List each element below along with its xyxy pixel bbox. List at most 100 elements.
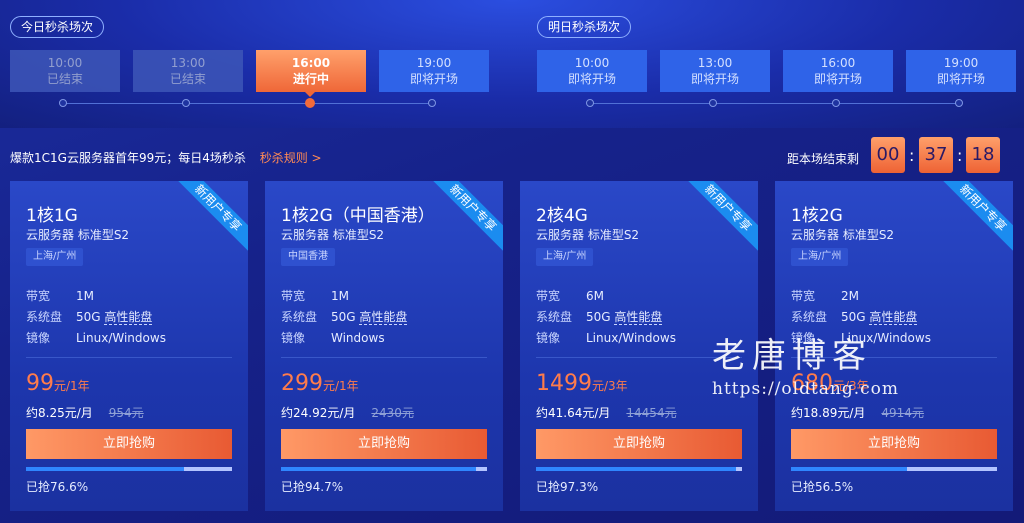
today-slot-1600[interactable]: 16:00 进行中	[256, 50, 366, 92]
spec-image: 镜像 Linux/Windows	[26, 329, 166, 346]
spec-label: 镜像	[536, 331, 561, 345]
buy-now-button[interactable]: 立即抢购	[26, 429, 232, 459]
spec-label: 带宽	[791, 289, 816, 303]
monthly-amount: 约24.92元/月	[281, 406, 356, 420]
spec-disk: 系统盘 50G 高性能盘	[791, 308, 918, 325]
sold-percentage: 已抢56.5%	[791, 480, 854, 494]
sold-progress-fill	[26, 467, 184, 471]
today-timeline	[62, 103, 434, 104]
spec-label: 镜像	[281, 331, 306, 345]
slot-time: 13:00	[170, 56, 206, 70]
timeline-dot	[955, 99, 963, 107]
price-unit: 元/1年	[323, 379, 359, 393]
session-header: 今日秒杀场次 明日秒杀场次 10:00 已结束 13:00 已结束 16:00 …	[0, 0, 1024, 128]
original-price: 954元	[108, 406, 144, 420]
product-card: 新用户专享 2核4G 云服务器 标准型S2 上海/广州 带宽 6M 系统盘 50G 高性能盘镜…	[520, 181, 758, 511]
spec-image: 镜像 Windows	[281, 329, 385, 346]
slot-time: 10:00	[574, 56, 610, 70]
timeline-dot	[832, 99, 840, 107]
tomorrow-slot-1300[interactable]: 13:00 即将开场	[660, 50, 770, 92]
region-tag: 上海/广州	[791, 248, 849, 266]
new-user-ribbon: 新用户专享	[934, 181, 1013, 257]
buy-now-button[interactable]: 立即抢购	[281, 429, 487, 459]
slot-status: 即将开场	[936, 72, 985, 86]
rules-link[interactable]: 秒杀规则 >	[260, 151, 322, 165]
slot-time: 16:00	[291, 56, 331, 70]
disk-type-link[interactable]: 高性能盘	[869, 310, 918, 325]
timeline-dot	[59, 99, 67, 107]
original-price: 2430元	[371, 406, 414, 420]
spec-label: 带宽	[281, 289, 306, 303]
sold-progress-bar	[26, 467, 232, 471]
today-slot-1300[interactable]: 13:00 已结束	[133, 50, 243, 92]
timeline-dot	[182, 99, 190, 107]
price-amount: 680	[791, 371, 833, 396]
spec-disk: 系统盘 50G 高性能盘	[26, 308, 153, 325]
card-subtitle: 云服务器 标准型S2	[281, 228, 385, 242]
buy-now-button[interactable]: 立即抢购	[791, 429, 997, 459]
spec-bandwidth: 带宽 6M	[536, 287, 604, 304]
card-price: 1499元/3年	[536, 371, 628, 396]
tomorrow-timeline	[589, 103, 961, 104]
slot-status: 已结束	[46, 72, 83, 86]
buy-now-button[interactable]: 立即抢购	[536, 429, 742, 459]
spec-label: 系统盘	[281, 310, 318, 324]
tomorrow-slot-1600[interactable]: 16:00 即将开场	[783, 50, 893, 92]
spec-disk: 系统盘 50G 高性能盘	[281, 308, 408, 325]
spec-bandwidth: 带宽 1M	[281, 287, 349, 304]
disk-type-link[interactable]: 高性能盘	[104, 310, 153, 325]
disk-type-link[interactable]: 高性能盘	[614, 310, 663, 325]
card-subtitle: 云服务器 标准型S2	[536, 228, 640, 242]
card-price: 680元/3年	[791, 371, 869, 396]
monthly-amount: 约18.89元/月	[791, 406, 866, 420]
slot-status: 即将开场	[567, 72, 616, 86]
price-unit: 元/1年	[54, 379, 90, 393]
spec-value: 50G	[331, 310, 356, 324]
promo-text: 爆款1C1G云服务器首年99元；每日4场秒杀	[10, 151, 246, 165]
slot-status: 进行中	[292, 72, 329, 86]
spec-value: Windows	[331, 331, 385, 345]
spec-image: 镜像 Linux/Windows	[536, 329, 676, 346]
sold-percentage: 已抢94.7%	[281, 480, 344, 494]
spec-disk: 系统盘 50G 高性能盘	[536, 308, 663, 325]
tomorrow-slot-1000[interactable]: 10:00 即将开场	[537, 50, 647, 92]
spec-bandwidth: 带宽 1M	[26, 287, 94, 304]
card-subtitle: 云服务器 标准型S2	[26, 228, 130, 242]
timeline-dot	[428, 99, 436, 107]
card-subtitle: 云服务器 标准型S2	[791, 228, 895, 242]
region-tag: 中国香港	[281, 248, 335, 266]
new-user-ribbon: 新用户专享	[169, 181, 248, 257]
price-amount: 1499	[536, 371, 592, 396]
price-unit: 元/3年	[833, 379, 869, 393]
product-card: 新用户专享 1核1G 云服务器 标准型S2 上海/广州 带宽 1M 系统盘 50G 高性能盘镜…	[10, 181, 248, 511]
sold-percentage: 已抢76.6%	[26, 480, 89, 494]
sold-progress-bar	[791, 467, 997, 471]
slot-time: 10:00	[47, 56, 83, 70]
sold-progress-bar	[536, 467, 742, 471]
countdown-seconds: 18	[966, 137, 1000, 173]
countdown-separator: :	[957, 146, 963, 165]
spec-image: 镜像 Linux/Windows	[791, 329, 931, 346]
timeline-dot	[586, 99, 594, 107]
tomorrow-slot-1900[interactable]: 19:00 即将开场	[906, 50, 1016, 92]
spec-label: 系统盘	[791, 310, 828, 324]
slot-status: 即将开场	[690, 72, 739, 86]
today-slot-1900[interactable]: 19:00 即将开场	[379, 50, 489, 92]
spec-label: 镜像	[791, 331, 816, 345]
slot-time: 19:00	[943, 56, 979, 70]
spec-value: Linux/Windows	[76, 331, 166, 345]
spec-label: 系统盘	[536, 310, 573, 324]
card-divider	[536, 357, 742, 358]
new-user-ribbon: 新用户专享	[424, 181, 503, 257]
sold-percentage: 已抢97.3%	[536, 480, 599, 494]
slot-status: 即将开场	[813, 72, 862, 86]
monthly-amount: 约41.64元/月	[536, 406, 611, 420]
new-user-ribbon: 新用户专享	[679, 181, 758, 257]
original-price: 14454元	[626, 406, 677, 420]
card-divider	[791, 357, 997, 358]
disk-type-link[interactable]: 高性能盘	[359, 310, 408, 325]
today-slot-1000[interactable]: 10:00 已结束	[10, 50, 120, 92]
monthly-price: 约41.64元/月 14454元	[536, 404, 677, 421]
product-card: 新用户专享 1核2G 云服务器 标准型S2 上海/广州 带宽 2M 系统盘 50G 高性能盘镜…	[775, 181, 1013, 511]
spec-value: Linux/Windows	[586, 331, 676, 345]
